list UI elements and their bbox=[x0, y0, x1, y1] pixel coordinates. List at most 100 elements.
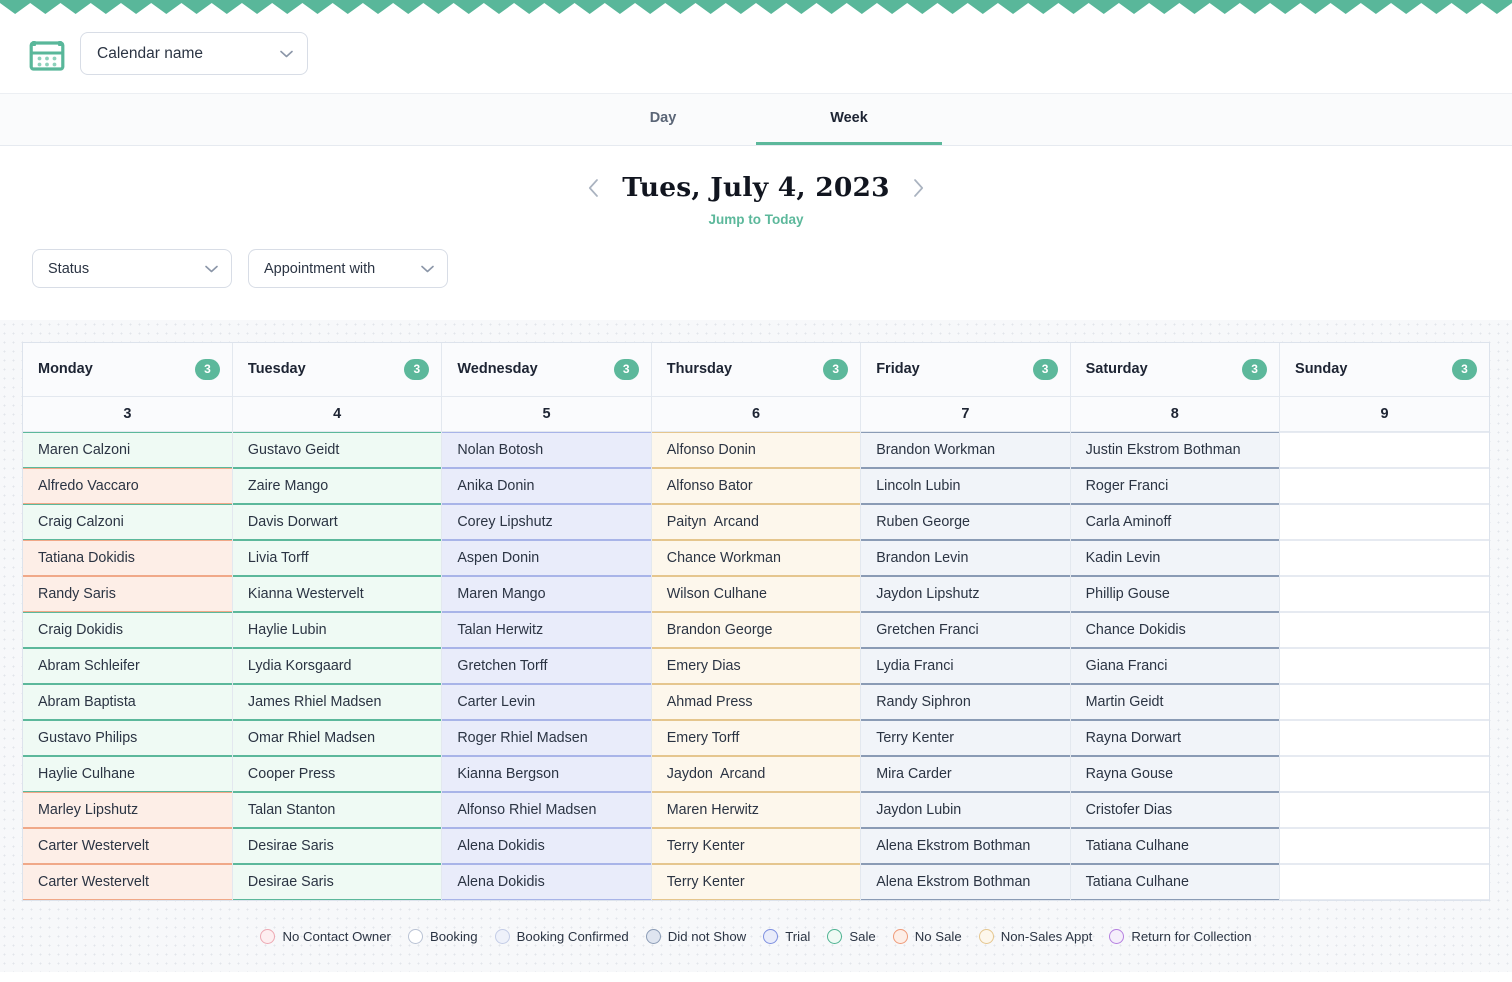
appointment-item[interactable]: Haylie Culhane bbox=[23, 755, 232, 792]
next-week-button[interactable] bbox=[908, 173, 930, 203]
jump-to-today-link[interactable]: Jump to Today bbox=[0, 212, 1512, 227]
appointment-item[interactable]: Davis Dorwart bbox=[232, 503, 442, 540]
date-number-cell[interactable]: 3 bbox=[23, 396, 233, 432]
appointment-item[interactable]: Terry Kenter bbox=[861, 719, 1070, 756]
appointment-with-filter-select[interactable]: Appointment with bbox=[248, 249, 448, 288]
date-number-cell[interactable]: 7 bbox=[860, 396, 1071, 432]
appointment-item[interactable]: Lincoln Lubin bbox=[861, 467, 1070, 504]
appointment-item[interactable]: James Rhiel Madsen bbox=[232, 683, 442, 720]
appointment-item[interactable]: Jaydon Arcand bbox=[651, 755, 861, 792]
appointment-item[interactable]: Paityn Arcand bbox=[651, 503, 861, 540]
appointment-item[interactable]: Maren Calzoni bbox=[23, 431, 232, 468]
table-row: Abram Schleifer Lydia Korsgaard Gretchen T… bbox=[23, 647, 1489, 684]
appointment-item[interactable]: Giana Franci bbox=[1070, 647, 1280, 684]
appointment-item[interactable]: Alena Ekstrom Bothman bbox=[861, 827, 1070, 864]
appointment-item[interactable]: Justin Ekstrom Bothman bbox=[1070, 431, 1280, 468]
appointment-item[interactable]: Corey Lipshutz bbox=[442, 503, 651, 540]
appointment-item[interactable]: Desirae Saris bbox=[232, 827, 442, 864]
appointment-item[interactable]: Carter Westervelt bbox=[23, 863, 232, 900]
date-number-cell[interactable]: 6 bbox=[651, 396, 862, 432]
appointment-item[interactable]: Gustavo Geidt bbox=[232, 431, 442, 468]
appointment-item[interactable]: Carla Aminoff bbox=[1070, 503, 1280, 540]
appointment-item[interactable]: Desirae Saris bbox=[232, 863, 442, 900]
appointment-item[interactable]: Randy Saris bbox=[23, 575, 232, 612]
appointment-item[interactable]: Gustavo Philips bbox=[23, 719, 232, 756]
appointment-item[interactable]: Lydia Franci bbox=[861, 647, 1070, 684]
appointment-item[interactable]: Alena Ekstrom Bothman bbox=[861, 863, 1070, 900]
appointment-item[interactable]: Alfonso Bator bbox=[651, 467, 861, 504]
appointment-item[interactable]: Brandon George bbox=[651, 611, 861, 648]
appointment-item[interactable]: Kadin Levin bbox=[1070, 539, 1280, 576]
calendar-name-select[interactable]: Calendar name bbox=[80, 32, 308, 75]
appointment-item[interactable]: Emery Dias bbox=[651, 647, 861, 684]
tab-week[interactable]: Week bbox=[756, 94, 942, 145]
appointment-item[interactable]: Nolan Botosh bbox=[442, 431, 651, 468]
appointment-item[interactable]: Maren Herwitz bbox=[651, 791, 861, 828]
appointment-item[interactable]: Alfredo Vaccaro bbox=[23, 467, 232, 504]
previous-week-button[interactable] bbox=[582, 173, 604, 203]
appointment-item[interactable]: Talan Stanton bbox=[232, 791, 442, 828]
appointment-item[interactable]: Wilson Culhane bbox=[651, 575, 861, 612]
appointment-item[interactable]: Abram Baptista bbox=[23, 683, 232, 720]
appointment-item[interactable]: Omar Rhiel Madsen bbox=[232, 719, 442, 756]
appointment-item[interactable]: Terry Kenter bbox=[651, 863, 861, 900]
appointment-item[interactable]: Brandon Levin bbox=[861, 539, 1070, 576]
tab-day[interactable]: Day bbox=[570, 94, 756, 145]
appointment-item[interactable]: Cooper Press bbox=[232, 755, 442, 792]
appointment-item[interactable]: Tatiana Culhane bbox=[1070, 863, 1280, 900]
day-count-badge: 3 bbox=[404, 358, 430, 380]
appointment-item[interactable]: Kianna Bergson bbox=[442, 755, 651, 792]
appointment-item[interactable]: Alfonso Rhiel Madsen bbox=[442, 791, 651, 828]
appointment-item[interactable]: Zaire Mango bbox=[232, 467, 442, 504]
date-number-cell[interactable]: 4 bbox=[232, 396, 443, 432]
date-number-cell[interactable]: 5 bbox=[441, 396, 652, 432]
appointment-item[interactable]: Carter Levin bbox=[442, 683, 651, 720]
appointment-item[interactable]: Mira Carder bbox=[861, 755, 1070, 792]
appointment-item[interactable]: Chance Workman bbox=[651, 539, 861, 576]
appointment-item[interactable]: Roger Franci bbox=[1070, 467, 1280, 504]
appointment-item[interactable]: Alena Dokidis bbox=[442, 827, 651, 864]
appointment-item[interactable]: Brandon Workman bbox=[861, 431, 1070, 468]
appointment-item[interactable]: Alfonso Donin bbox=[651, 431, 861, 468]
appointment-item[interactable]: Jaydon Lubin bbox=[861, 791, 1070, 828]
appointment-item[interactable]: Martin Geidt bbox=[1070, 683, 1280, 720]
appointment-item[interactable]: Roger Rhiel Madsen bbox=[442, 719, 651, 756]
appointment-item[interactable]: Chance Dokidis bbox=[1070, 611, 1280, 648]
appointment-cell: Alfredo Vaccaro bbox=[23, 467, 233, 504]
appointment-item[interactable]: Tatiana Dokidis bbox=[23, 539, 232, 576]
appointment-cell: Lydia Korsgaard bbox=[232, 647, 443, 684]
appointment-item[interactable]: Emery Torff bbox=[651, 719, 861, 756]
appointment-item[interactable]: Ruben George bbox=[861, 503, 1070, 540]
legend-color-swatch-icon bbox=[645, 928, 661, 944]
status-filter-select[interactable]: Status bbox=[32, 249, 232, 288]
appointment-item[interactable]: Lydia Korsgaard bbox=[232, 647, 442, 684]
appointment-item[interactable]: Kianna Westervelt bbox=[232, 575, 442, 612]
appointment-item[interactable]: Jaydon Lipshutz bbox=[861, 575, 1070, 612]
appointment-item[interactable]: Marley Lipshutz bbox=[23, 791, 232, 828]
appointment-item[interactable]: Carter Westervelt bbox=[23, 827, 232, 864]
appointment-item[interactable]: Tatiana Culhane bbox=[1070, 827, 1280, 864]
appointment-item[interactable]: Rayna Dorwart bbox=[1070, 719, 1280, 756]
legend-label: Trial bbox=[785, 928, 811, 944]
appointment-item[interactable]: Talan Herwitz bbox=[442, 611, 651, 648]
appointment-item[interactable]: Gretchen Franci bbox=[861, 611, 1070, 648]
appointment-item[interactable]: Rayna Gouse bbox=[1070, 755, 1280, 792]
appointment-item[interactable]: Abram Schleifer bbox=[23, 647, 232, 684]
appointment-item[interactable]: Aspen Donin bbox=[442, 539, 651, 576]
date-number-cell[interactable]: 9 bbox=[1279, 396, 1489, 432]
appointment-item[interactable]: Alena Dokidis bbox=[442, 863, 651, 900]
appointment-item[interactable]: Gretchen Torff bbox=[442, 647, 651, 684]
date-number-cell[interactable]: 8 bbox=[1070, 396, 1281, 432]
appointment-item[interactable]: Craig Dokidis bbox=[23, 611, 232, 648]
appointment-item[interactable]: Craig Calzoni bbox=[23, 503, 232, 540]
legend-color-swatch-icon bbox=[494, 928, 510, 944]
appointment-item[interactable]: Ahmad Press bbox=[651, 683, 861, 720]
appointment-item[interactable]: Maren Mango bbox=[442, 575, 651, 612]
appointment-item[interactable]: Anika Donin bbox=[442, 467, 651, 504]
appointment-item[interactable]: Haylie Lubin bbox=[232, 611, 442, 648]
appointment-item[interactable]: Cristofer Dias bbox=[1070, 791, 1280, 828]
appointment-item[interactable]: Randy Siphron bbox=[861, 683, 1070, 720]
appointment-item[interactable]: Phillip Gouse bbox=[1070, 575, 1280, 612]
appointment-item[interactable]: Livia Torff bbox=[232, 539, 442, 576]
appointment-item[interactable]: Terry Kenter bbox=[651, 827, 861, 864]
